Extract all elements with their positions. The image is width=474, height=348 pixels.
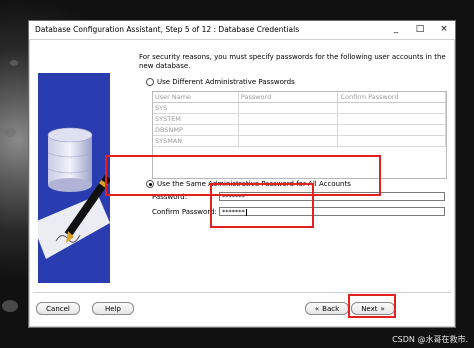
instructions-text: For security reasons, you must specify p… (139, 53, 446, 70)
database-pen-icon (38, 127, 110, 259)
title-bar: Database Configuration Assistant, Step 5… (29, 21, 455, 40)
password-cell[interactable] (239, 136, 339, 146)
table-row: SYSTEM (153, 114, 446, 125)
footer-divider (33, 292, 451, 293)
column-header-confirm: Confirm Password (338, 92, 446, 102)
confirm-password-value: ******* (222, 208, 245, 216)
close-button[interactable]: × (439, 24, 449, 35)
back-label: Back (322, 304, 340, 313)
maximize-button[interactable]: □ (415, 24, 425, 35)
password-field[interactable]: ******* (219, 192, 445, 201)
wizard-illustration (38, 73, 110, 283)
help-button[interactable]: Help (92, 302, 134, 315)
confirm-password-label: Confirm Password: (152, 208, 217, 216)
user-cell: DBSNMP (153, 125, 239, 135)
table-row: SYS (153, 103, 446, 114)
text-caret (245, 208, 247, 216)
table-row: DBSNMP (153, 125, 446, 136)
dialog-window: Database Configuration Assistant, Step 5… (28, 20, 456, 328)
watermark-text: CSDN @水哥在救市. (392, 335, 468, 344)
cancel-button[interactable]: Cancel (36, 302, 80, 315)
password-cell[interactable] (239, 114, 339, 124)
password-label: Password: (152, 193, 188, 201)
confirm-cell[interactable] (338, 136, 446, 146)
next-label: Next (361, 304, 378, 313)
column-header-password: Password (239, 92, 339, 102)
user-cell: SYS (153, 103, 239, 113)
different-passwords-label: Use Different Administrative Passwords (157, 78, 295, 86)
back-button[interactable]: « Back (305, 302, 349, 315)
back-arrow-icon: « (314, 304, 320, 313)
confirm-cell[interactable] (338, 125, 446, 135)
confirm-cell[interactable] (338, 103, 446, 113)
next-button[interactable]: Next » (351, 302, 395, 315)
user-cell: SYSTEM (153, 114, 239, 124)
password-cell[interactable] (239, 125, 339, 135)
table-row: SYSMAN (153, 136, 446, 147)
user-cell: SYSMAN (153, 136, 239, 146)
radio-same[interactable] (146, 180, 154, 188)
confirm-cell[interactable] (338, 114, 446, 124)
user-password-table: User Name Password Confirm Password SYS … (152, 91, 447, 179)
same-password-label: Use the Same Administrative Password for… (157, 180, 351, 188)
radio-different[interactable] (146, 78, 154, 86)
minimize-button[interactable]: _ (391, 24, 401, 35)
cancel-label: Cancel (46, 304, 70, 313)
different-passwords-option[interactable]: Use Different Administrative Passwords (146, 78, 295, 86)
same-password-option[interactable]: Use the Same Administrative Password for… (146, 180, 351, 188)
next-arrow-icon: » (380, 304, 385, 313)
window-title: Database Configuration Assistant, Step 5… (35, 25, 300, 34)
password-cell[interactable] (239, 103, 339, 113)
column-header-user: User Name (153, 92, 239, 102)
confirm-password-field[interactable]: ******* (219, 207, 445, 216)
help-label: Help (105, 304, 121, 313)
